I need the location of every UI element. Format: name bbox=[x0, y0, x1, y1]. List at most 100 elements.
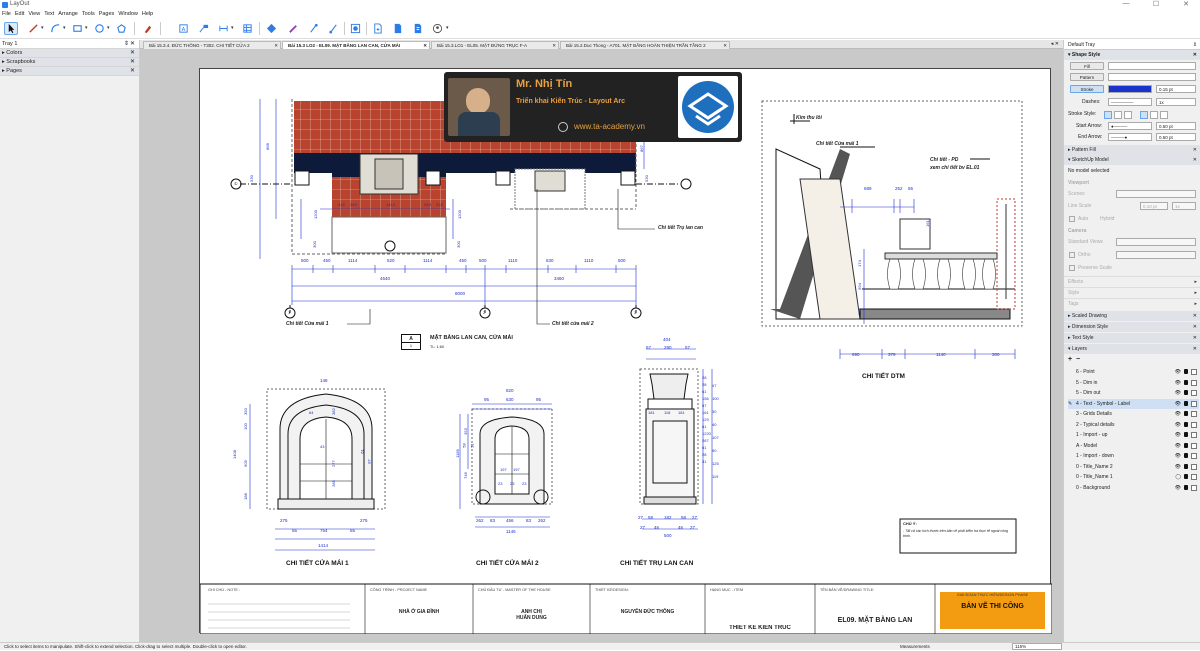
scaled-drawing-header[interactable]: ▸ Scaled Drawing ✕ bbox=[1064, 311, 1200, 321]
text-style-header[interactable]: ▸ Text Style ✕ bbox=[1064, 333, 1200, 343]
lock-icon[interactable] bbox=[1184, 432, 1188, 437]
layer-row[interactable]: 3 - Grids Details 👁 bbox=[1068, 409, 1199, 419]
join-style-1-icon[interactable] bbox=[1140, 111, 1148, 119]
hybrid-select[interactable]: Hybrid bbox=[1100, 214, 1200, 224]
layer-row[interactable]: 5 - Dim in 👁 bbox=[1068, 378, 1199, 388]
scrapbooks-panel-header[interactable]: ▸ Scrapbooks ✕ bbox=[0, 58, 139, 67]
shared-layer-checkbox[interactable] bbox=[1191, 369, 1197, 375]
eye-icon[interactable]: 👁 bbox=[1175, 483, 1181, 493]
pattern-swatch[interactable] bbox=[1108, 73, 1196, 81]
eye-icon[interactable]: 👁 bbox=[1175, 420, 1181, 430]
text-tool-icon[interactable]: A bbox=[176, 22, 190, 35]
close-icon[interactable]: ✕ bbox=[1193, 311, 1197, 321]
eye-icon[interactable]: 👁 bbox=[1175, 367, 1181, 377]
shared-layer-checkbox[interactable] bbox=[1191, 453, 1197, 459]
start-arrow-size[interactable]: 0.50 pt bbox=[1156, 122, 1196, 130]
layer-row[interactable]: 0 - Background 👁 bbox=[1068, 483, 1199, 493]
colors-panel-header[interactable]: ▸ Colors ✕ bbox=[0, 49, 139, 58]
close-icon[interactable]: ✕ bbox=[274, 42, 278, 49]
line-tool-icon[interactable] bbox=[26, 22, 40, 35]
lock-icon[interactable] bbox=[1184, 400, 1188, 406]
drawing-sheet[interactable]: 500 450 1114 520 1114 450 500 1110 630 1110 500 45… bbox=[199, 68, 1052, 634]
close-icon[interactable]: ✕ bbox=[1193, 344, 1197, 354]
add-layer-icon[interactable]: + bbox=[1068, 356, 1072, 363]
tab-doc-4[interactable]: Bài 15.2.Duc Thong - A701. MẶT BẰNG HOÀN… bbox=[560, 41, 730, 49]
tray-close-icon[interactable]: ✕ bbox=[130, 40, 135, 49]
menu-file[interactable]: File bbox=[0, 10, 13, 18]
user-dropdown-icon[interactable]: ▾ bbox=[446, 25, 449, 31]
camera-tool-icon[interactable] bbox=[348, 22, 362, 35]
tray-pin-icon[interactable]: ⇕ bbox=[1193, 40, 1197, 50]
eye-icon[interactable]: 👁 bbox=[1175, 451, 1181, 461]
shared-layer-checkbox[interactable] bbox=[1191, 421, 1197, 428]
circle-tool-icon[interactable] bbox=[92, 22, 106, 35]
sample-tool-icon[interactable] bbox=[140, 22, 154, 35]
lock-icon[interactable] bbox=[1184, 421, 1188, 427]
eye-icon[interactable]: 👁 bbox=[1175, 388, 1181, 398]
lock-icon[interactable] bbox=[1184, 379, 1188, 385]
tabs-close-all-icon[interactable]: ◂ ✕ bbox=[1051, 41, 1059, 47]
close-window-button[interactable]: ✕ bbox=[1176, 0, 1196, 8]
shared-layer-checkbox[interactable] bbox=[1191, 379, 1197, 386]
cap-style-2-icon[interactable] bbox=[1114, 111, 1122, 119]
layer-row[interactable]: 1 - Import - down 👁 bbox=[1068, 451, 1199, 461]
menu-pages[interactable]: Pages bbox=[97, 10, 117, 18]
scenes-select[interactable] bbox=[1116, 190, 1196, 198]
tab-doc-1[interactable]: Bài 15.3.4. ĐỨC THÔNG - T302. CHI TIẾT C… bbox=[143, 41, 281, 49]
tab-doc-3[interactable]: Bài 15.3.LO1 - EL05. MẶT ĐỨNG TRỤC F-A ✕ bbox=[431, 41, 559, 49]
stroke-button[interactable]: Stroke bbox=[1070, 85, 1104, 93]
circle-dropdown-icon[interactable]: ▾ bbox=[107, 25, 110, 31]
rectangle-dropdown-icon[interactable]: ▾ bbox=[85, 25, 88, 31]
lock-icon[interactable] bbox=[1184, 442, 1188, 448]
lock-icon[interactable] bbox=[1184, 463, 1188, 469]
close-icon[interactable]: ✕ bbox=[552, 42, 556, 49]
lock-icon[interactable] bbox=[1184, 369, 1188, 374]
shared-layer-checkbox[interactable] bbox=[1191, 442, 1197, 449]
tab-doc-2[interactable]: Bài 15.3 LO2 - EL09. MẶT BẰNG LAN CAN, C… bbox=[282, 41, 430, 49]
line-dropdown-icon[interactable]: ▾ bbox=[41, 25, 44, 31]
join-style-3-icon[interactable] bbox=[1160, 111, 1168, 119]
eye-icon[interactable]: 👁 bbox=[1175, 430, 1181, 440]
pattern-button[interactable]: Pattern bbox=[1070, 73, 1104, 81]
shape-style-header[interactable]: ▾ Shape Style ✕ bbox=[1064, 50, 1200, 60]
shared-layer-checkbox[interactable] bbox=[1191, 484, 1197, 491]
menu-help[interactable]: Help bbox=[140, 10, 155, 18]
table-tool-icon[interactable] bbox=[240, 22, 254, 35]
menu-view[interactable]: View bbox=[26, 10, 42, 18]
close-icon[interactable]: ✕ bbox=[1193, 322, 1197, 332]
menu-edit[interactable]: Edit bbox=[13, 10, 26, 18]
pages-panel-header[interactable]: ▸ Pages ✕ bbox=[0, 67, 139, 76]
fill-button[interactable]: Fill bbox=[1070, 62, 1104, 70]
next-page-icon[interactable] bbox=[410, 22, 424, 35]
dimension-style-header[interactable]: ▸ Dimension Style ✕ bbox=[1064, 322, 1200, 332]
cap-style-1-icon[interactable] bbox=[1104, 111, 1112, 119]
split-tool-icon[interactable] bbox=[306, 22, 320, 35]
layer-row[interactable]: A - Model 👁 bbox=[1068, 441, 1199, 451]
lock-icon[interactable] bbox=[1184, 484, 1188, 490]
arc-dropdown-icon[interactable]: ▾ bbox=[63, 25, 66, 31]
close-icon[interactable]: ✕ bbox=[130, 49, 135, 58]
close-icon[interactable]: ✕ bbox=[1193, 155, 1197, 165]
eye-icon[interactable]: 👁 bbox=[1175, 399, 1181, 409]
prev-page-icon[interactable] bbox=[390, 22, 404, 35]
lock-icon[interactable] bbox=[1184, 390, 1188, 395]
label-tool-icon[interactable] bbox=[196, 22, 210, 35]
layer-row[interactable]: 0 - Title_Name 1 ◯ bbox=[1068, 472, 1199, 482]
dashes-select[interactable]: ————— bbox=[1108, 98, 1152, 106]
menu-tools[interactable]: Tools bbox=[80, 10, 97, 18]
line-scale-input[interactable]: 0.10 pt bbox=[1140, 202, 1168, 210]
close-icon[interactable]: ✕ bbox=[130, 58, 135, 67]
effects-row[interactable]: Effects ▸ bbox=[1064, 276, 1200, 286]
eraser-tool-icon[interactable] bbox=[286, 22, 300, 35]
menu-window[interactable]: Window bbox=[116, 10, 140, 18]
fill-color-swatch[interactable] bbox=[1108, 62, 1196, 70]
dash-scale-select[interactable]: 1x bbox=[1156, 98, 1196, 106]
ortho-scale-select[interactable] bbox=[1116, 251, 1196, 259]
line-scale-mult[interactable]: 1x bbox=[1172, 202, 1196, 210]
layers-header[interactable]: ▾ Layers ✕ bbox=[1064, 344, 1200, 354]
shared-layer-checkbox[interactable] bbox=[1191, 474, 1197, 480]
eye-hidden-icon[interactable]: ◯ bbox=[1175, 472, 1181, 482]
layer-row[interactable]: 2 - Typical details 👁 bbox=[1068, 420, 1199, 430]
user-icon[interactable] bbox=[430, 22, 444, 35]
tray-pin-icon[interactable]: ⇕ bbox=[124, 40, 129, 49]
